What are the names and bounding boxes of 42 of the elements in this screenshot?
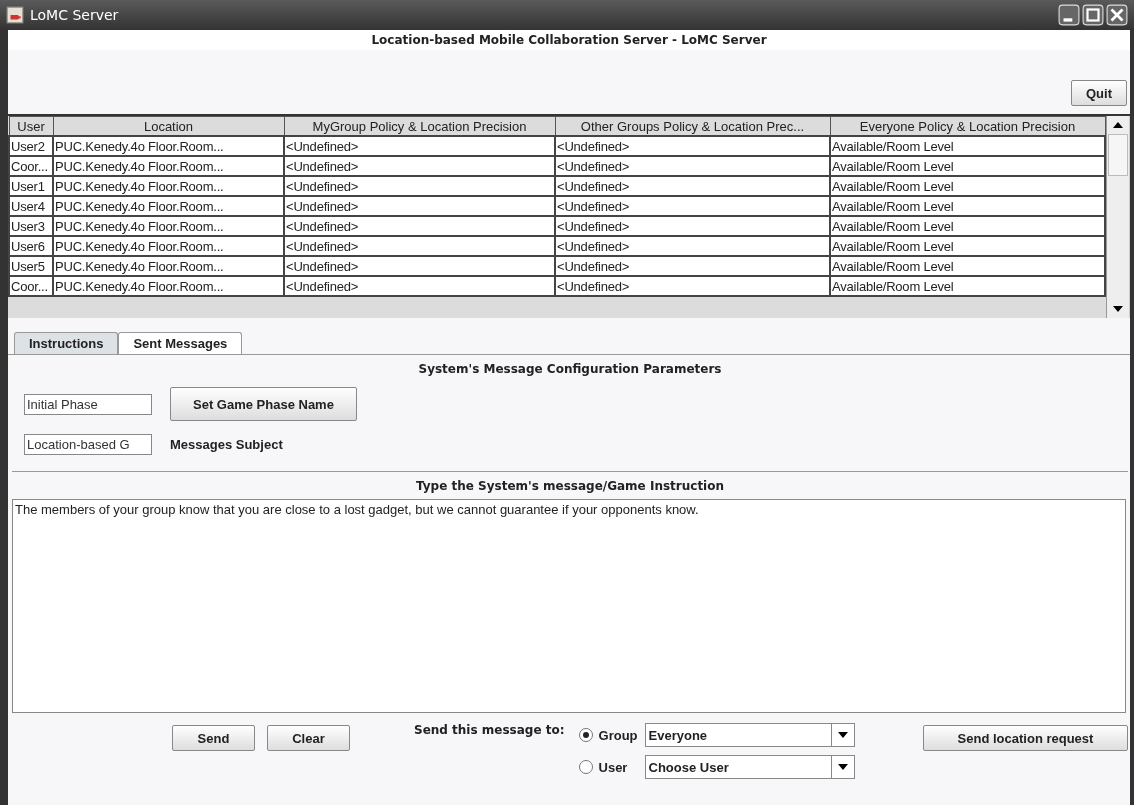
minimize-icon[interactable]: [1058, 4, 1080, 26]
tab[interactable]: Instructions: [14, 332, 119, 354]
radio-button[interactable]: [578, 760, 593, 774]
table-cell: User3: [9, 216, 53, 236]
table-cell: User6: [9, 236, 53, 256]
radio-label[interactable]: Group: [598, 727, 639, 743]
quit-button[interactable]: Quit: [1071, 80, 1127, 106]
dropdown[interactable]: Everyone: [644, 723, 855, 747]
table-cell: User2: [9, 136, 53, 156]
section-title: System's Message Configuration Parameters: [417, 361, 723, 378]
scrollbar[interactable]: [1106, 116, 1129, 318]
header-title: Location-based Mobile Collaboration Server - LoMC Server: [8, 30, 1130, 50]
table-cell: Coor...: [9, 276, 53, 296]
radio-button[interactable]: [578, 728, 593, 742]
message-field[interactable]: The members of your group know that you are close to a lost gadget, but we cannot guarantee if your opponents know.: [12, 499, 1126, 713]
column-header[interactable]: Location: [53, 116, 284, 136]
section-title: Type the System's message/Game Instruction: [414, 478, 726, 495]
column-header[interactable]: Everyone Policy & Location Precision: [830, 116, 1105, 136]
table-cell: Coor...: [9, 156, 53, 176]
send-button[interactable]: Send: [172, 725, 255, 751]
scroll-thumb[interactable]: [1108, 134, 1128, 176]
column-header[interactable]: User: [9, 116, 53, 136]
window-title: LoMC Server: [30, 7, 119, 23]
close-icon[interactable]: [1106, 4, 1128, 26]
location-request-button[interactable]: Send location request: [923, 725, 1128, 751]
table-cell: User4: [9, 196, 53, 216]
column-header[interactable]: Other Groups Policy & Location Prec...: [555, 116, 830, 136]
radio-label[interactable]: User: [598, 759, 639, 775]
subject-field[interactable]: Location-based G: [24, 434, 152, 455]
scroll-down-icon[interactable]: [1113, 306, 1123, 312]
table-cell: User5: [9, 256, 53, 276]
scroll-up-icon[interactable]: [1113, 122, 1123, 128]
tab[interactable]: Sent Messages: [118, 332, 243, 354]
subject-label: Messages Subject: [170, 437, 283, 452]
send-to-label: Send this message to:: [414, 723, 565, 737]
dropdown[interactable]: Choose User: [644, 755, 855, 779]
column-header[interactable]: MyGroup Policy & Location Precision: [284, 116, 555, 136]
clear-button[interactable]: Clear: [267, 725, 350, 751]
set-phase-button[interactable]: Set Game Phase Name: [170, 387, 357, 421]
table-cell: User1: [9, 176, 53, 196]
maximize-icon[interactable]: [1082, 4, 1104, 26]
phase-field[interactable]: Initial Phase: [24, 393, 152, 415]
